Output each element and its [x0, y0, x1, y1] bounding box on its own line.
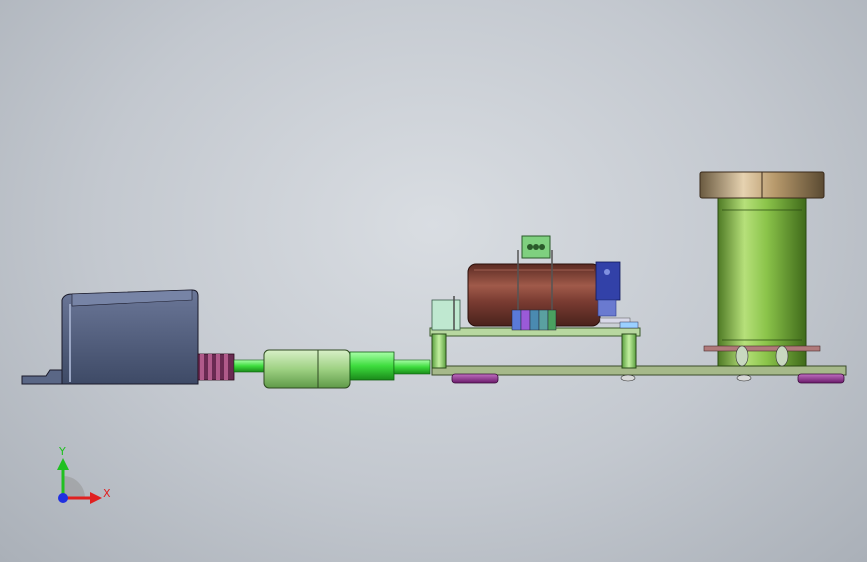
coordinate-triad: Y X — [57, 445, 111, 504]
z-axis-dot — [58, 493, 68, 503]
cable-segment — [233, 359, 267, 373]
turntable-column[interactable] — [703, 195, 821, 367]
cable-connector[interactable] — [263, 349, 431, 389]
power-adapter[interactable] — [21, 289, 199, 385]
x-axis-label: X — [103, 487, 111, 500]
y-axis-label: Y — [58, 445, 66, 458]
cad-viewport[interactable]: Y X — [0, 0, 867, 562]
turntable-top[interactable] — [699, 171, 825, 199]
motor-driver-board — [595, 261, 639, 329]
cable-strain-relief — [197, 353, 235, 381]
